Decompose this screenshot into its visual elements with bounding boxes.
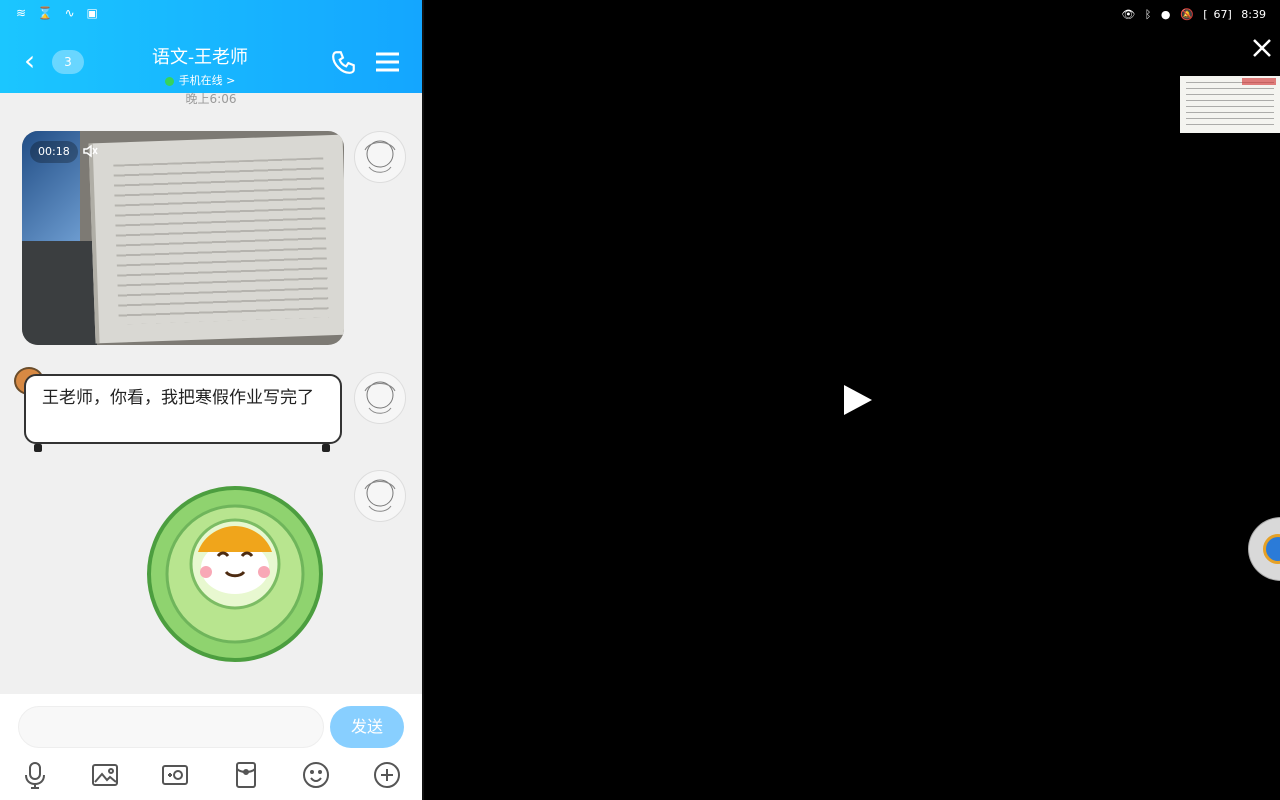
add-icon[interactable] — [372, 760, 402, 790]
text-message-bubble[interactable]: 王老师，你看，我把寒假作业写完了 — [24, 374, 342, 452]
message-timestamp: 晚上6:06 — [185, 92, 237, 106]
book-text-lines — [113, 157, 329, 325]
eye-icon: 👁 — [1121, 8, 1136, 21]
video-duration-text: 00:18 — [38, 145, 70, 158]
thumbnail-text-lines — [1186, 82, 1274, 126]
message-input[interactable] — [18, 706, 324, 748]
online-dot — [164, 76, 174, 86]
chat-title-area[interactable]: 语文-王老师 手机在线 > — [120, 43, 280, 88]
clock: 8:39 — [1241, 8, 1266, 21]
red-packet-icon[interactable] — [231, 760, 261, 790]
online-status: 手机在线 > — [120, 72, 280, 88]
video-message[interactable]: 00:18 — [22, 131, 344, 345]
avatar[interactable] — [354, 372, 406, 424]
play-icon[interactable] — [841, 383, 875, 417]
video-book-frame — [88, 134, 344, 344]
chat-panel: ≋ ⌛ ∿ ▣ ‹ 3 语文-王老师 手机在线 > 晚上6:06 00:18 王… — [0, 0, 422, 800]
avatar[interactable] — [354, 131, 406, 183]
bubble-foot — [34, 444, 42, 452]
bluetooth-icon: ᛒ — [1144, 8, 1152, 21]
message-text: 王老师，你看，我把寒假作业写完了 — [42, 388, 314, 408]
microphone-icon[interactable] — [20, 760, 50, 790]
status-icons: ≋ ⌛ ∿ ▣ — [16, 6, 102, 20]
mute-icon[interactable] — [82, 143, 98, 159]
online-status-text: 手机在线 > — [178, 74, 236, 87]
unread-badge[interactable]: 3 — [52, 50, 84, 74]
right-status-bar: 👁 ᛒ ● 🔕 [67] 8:39 — [1115, 8, 1266, 21]
battery-text: 67 — [1213, 8, 1228, 21]
bubble-foot — [322, 444, 330, 452]
menu-icon[interactable] — [375, 51, 400, 73]
back-icon[interactable]: ‹ — [24, 47, 35, 75]
chat-title: 语文-王老师 — [151, 47, 249, 68]
video-duration: 00:18 — [30, 141, 78, 163]
phone-icon[interactable] — [331, 49, 357, 75]
image-icon[interactable] — [90, 760, 120, 790]
preview-thumbnail[interactable] — [1180, 76, 1280, 133]
avatar[interactable] — [354, 470, 406, 522]
camera-icon[interactable] — [160, 760, 190, 790]
battery-icon: [67] — [1203, 8, 1232, 21]
floating-button-icon — [1263, 534, 1280, 564]
video-background-shadow — [22, 241, 97, 345]
close-icon[interactable] — [1250, 36, 1274, 60]
microphone-status-icon: ● — [1160, 8, 1171, 21]
send-button[interactable]: 发送 — [330, 706, 404, 748]
thumbnail-highlight — [1242, 78, 1276, 85]
emoji-icon[interactable] — [301, 760, 331, 790]
cabbage-sticker[interactable] — [140, 480, 330, 665]
mute-notification-icon: 🔕 — [1180, 8, 1194, 21]
input-bar: 发送 — [0, 694, 422, 800]
chat-header: ≋ ⌛ ∿ ▣ ‹ 3 语文-王老师 手机在线 > — [0, 0, 422, 93]
